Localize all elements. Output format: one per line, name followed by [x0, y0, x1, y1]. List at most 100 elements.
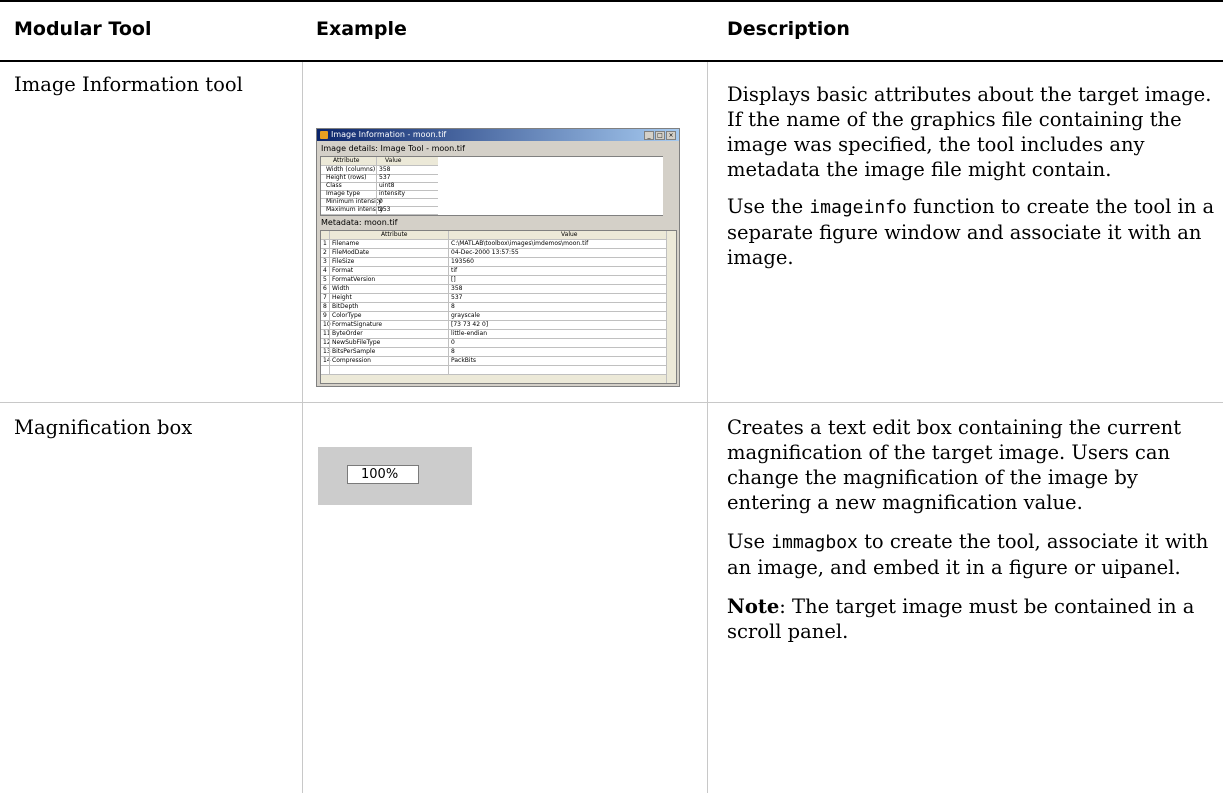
row-number: 4	[323, 267, 327, 274]
attr-value: 537	[379, 174, 391, 181]
metadata-label: Metadata: moon.tif	[321, 218, 398, 227]
note-label: Note	[727, 595, 780, 618]
function-name-immagbox: immagbox	[771, 532, 858, 553]
header-rule-top	[0, 0, 1223, 2]
meta-name: Height	[332, 294, 352, 301]
meta-name: Width	[332, 285, 350, 292]
table-row: 14 Compression PackBits	[321, 357, 666, 366]
value-col-header: Value	[561, 231, 578, 238]
metadata-table: Attribute Value 1 Filename C:\MATLAB\toolb…	[320, 230, 677, 384]
attr-name: Minimum intensity	[326, 198, 382, 205]
usage-paragraph: Use the imageinfo function to create the…	[727, 194, 1217, 270]
attr-name: Class	[326, 182, 342, 189]
table-row: 7 Height 537	[321, 294, 666, 303]
usage-paragraph: Use immagbox to create the tool, associa…	[727, 529, 1217, 580]
meta-name: FileSize	[332, 258, 355, 265]
meta-value: PackBits	[451, 357, 477, 364]
attr-value: 253	[379, 206, 391, 213]
meta-name: NewSubFileType	[332, 339, 381, 346]
meta-value: little-endian	[451, 330, 488, 337]
attr-name: Height (rows)	[326, 174, 367, 181]
column-divider-2	[707, 62, 708, 793]
horizontal-scrollbar[interactable]	[321, 374, 666, 383]
description-image-information: Displays basic attributes about the targ…	[727, 82, 1217, 270]
attr-name: Image type	[326, 190, 361, 197]
attr-col-header: Attribute	[381, 231, 408, 238]
header-example: Example	[316, 18, 407, 40]
row-number: 5	[323, 276, 327, 283]
table-row: 10 FormatSignature [73 73 42 0]	[321, 321, 666, 330]
description-paragraph: Displays basic attributes about the targ…	[727, 83, 1212, 181]
meta-value: 8	[451, 348, 455, 355]
table-row: Maximum intensity 253	[321, 206, 439, 215]
row-number: 6	[323, 285, 327, 292]
window-title-bar: Image Information - moon.tif _ □ ×	[317, 129, 679, 141]
row-number: 1	[323, 240, 327, 247]
image-details-label: Image details: Image Tool - moon.tif	[321, 144, 465, 153]
attr-value: uint8	[379, 182, 395, 189]
attr-col-header: Attribute	[333, 157, 360, 164]
description-magnification-box: Creates a text edit box containing the c…	[727, 415, 1217, 644]
table-row: 5 FormatVersion []	[321, 276, 666, 285]
attribute-table-blank-area	[438, 156, 663, 216]
column-divider	[329, 231, 330, 383]
magnification-panel-example: 100%	[318, 447, 472, 505]
table-row: 3 FileSize 193560	[321, 258, 666, 267]
attr-value: intensity	[379, 190, 406, 197]
tool-name-image-information: Image Information tool	[14, 73, 243, 96]
attribute-table: Attribute Value Width (columns) 358 Heigh…	[320, 156, 440, 216]
meta-value: tif	[451, 267, 458, 274]
maximize-icon: □	[655, 131, 665, 140]
row-number: 7	[323, 294, 327, 301]
meta-value: grayscale	[451, 312, 480, 319]
meta-value: 358	[451, 285, 463, 292]
column-divider	[448, 231, 449, 383]
header-modular-tool: Modular Tool	[14, 18, 152, 40]
column-divider	[376, 157, 377, 215]
meta-value: 04-Dec-2000 13:57:55	[451, 249, 519, 256]
table-row: 8 BitDepth 8	[321, 303, 666, 312]
function-name-imageinfo: imageinfo	[809, 197, 907, 218]
meta-name: FileModDate	[332, 249, 370, 256]
image-information-window-example: Image Information - moon.tif _ □ × Image…	[316, 128, 680, 387]
meta-value: 8	[451, 303, 455, 310]
matlab-logo-icon	[320, 131, 328, 139]
meta-name: FormatVersion	[332, 276, 376, 283]
row-number: 8	[323, 303, 327, 310]
magnification-input[interactable]: 100%	[347, 465, 419, 484]
table-row: 12 NewSubFileType 0	[321, 339, 666, 348]
meta-name: Format	[332, 267, 354, 274]
table-row: 4 Format tif	[321, 267, 666, 276]
vertical-scrollbar[interactable]	[666, 231, 676, 383]
attribute-table-header: Attribute Value	[321, 157, 439, 166]
tool-name-magnification-box: Magnification box	[14, 416, 193, 439]
meta-name: Compression	[332, 357, 371, 364]
table-row: 11 ByteOrder little-endian	[321, 330, 666, 339]
value-col-header: Value	[385, 157, 402, 164]
meta-value: 537	[451, 294, 463, 301]
row-number: 3	[323, 258, 327, 265]
table-row: 1 Filename C:\MATLAB\toolbox\images\imdemo…	[321, 240, 666, 249]
table-row: 6 Width 358	[321, 285, 666, 294]
attr-name: Width (columns)	[326, 166, 376, 173]
minimize-icon: _	[644, 131, 654, 140]
table-row: 2 FileModDate 04-Dec-2000 13:57:55	[321, 249, 666, 258]
row-number: 2	[323, 249, 327, 256]
window-title: Image Information - moon.tif	[331, 130, 447, 139]
meta-value: C:\MATLAB\toolbox\images\imdemos\moon.ti…	[451, 240, 589, 247]
attr-name: Maximum intensity	[326, 206, 384, 213]
header-description: Description	[727, 18, 850, 40]
table-header: Modular Tool Example Description	[0, 0, 1223, 62]
meta-value: 0	[451, 339, 455, 346]
meta-value: 193560	[451, 258, 474, 265]
meta-name: FormatSignature	[332, 321, 383, 328]
metadata-table-header: Attribute Value	[321, 231, 666, 240]
usage-text: Use the	[727, 195, 810, 218]
meta-value: []	[451, 276, 456, 283]
description-paragraph: Creates a text edit box containing the c…	[727, 416, 1182, 514]
header-rule-bottom	[0, 60, 1223, 62]
usage-text: Use	[727, 530, 772, 553]
table-row: 9 ColorType grayscale	[321, 312, 666, 321]
note-text: : The target image must be contained in …	[727, 595, 1195, 643]
close-icon: ×	[666, 131, 676, 140]
